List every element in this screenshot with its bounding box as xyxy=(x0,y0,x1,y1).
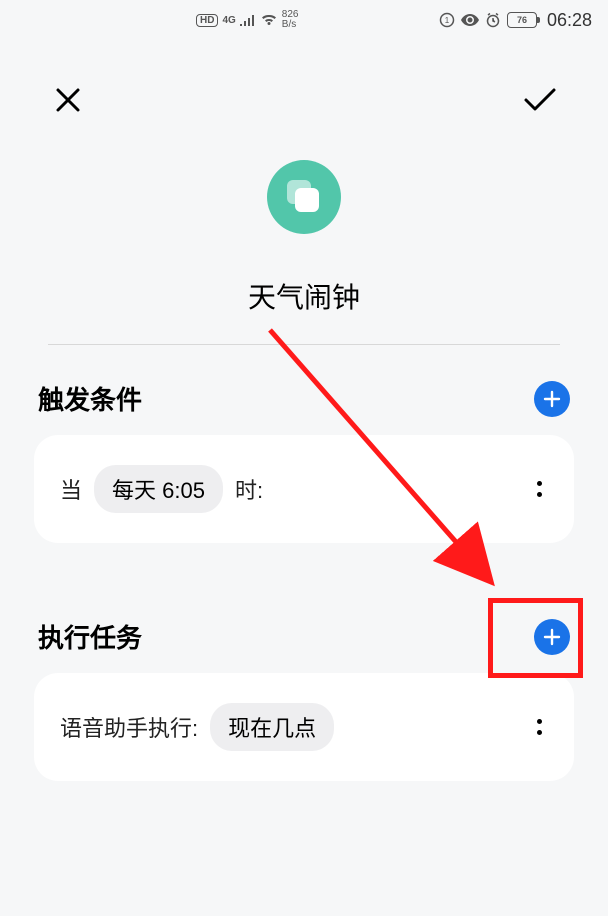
add-trigger-button[interactable] xyxy=(534,381,570,417)
network-speed: 826 B/s xyxy=(282,10,299,30)
signal-icon xyxy=(240,14,256,26)
check-icon xyxy=(522,86,558,114)
trigger-when-label: 当 xyxy=(60,473,82,505)
trigger-more-button[interactable] xyxy=(531,481,548,497)
action-section: 执行任务 语音助手执行: 现在几点 xyxy=(34,618,574,781)
eye-icon xyxy=(461,14,479,26)
action-phrase-chip[interactable]: 现在几点 xyxy=(210,703,334,751)
action-card[interactable]: 语音助手执行: 现在几点 xyxy=(34,673,574,781)
confirm-button[interactable] xyxy=(520,80,560,120)
header-row xyxy=(0,80,608,120)
network-4g-label: 4G xyxy=(222,15,235,26)
plus-icon xyxy=(542,627,562,647)
sync-icon: 1 xyxy=(439,12,455,28)
alarm-icon xyxy=(485,12,501,28)
trigger-section: 触发条件 当 每天 6:05 时: xyxy=(34,380,574,543)
title-block: 天气闹钟 xyxy=(48,160,560,345)
wifi-icon xyxy=(260,13,278,27)
plus-icon xyxy=(542,389,562,409)
trigger-time-chip[interactable]: 每天 6:05 xyxy=(94,465,223,513)
status-bar: HD 4G 826 B/s 1 76 06:28 xyxy=(0,0,608,40)
page-title[interactable]: 天气闹钟 xyxy=(248,276,360,316)
copy-icon xyxy=(287,180,321,214)
svg-text:1: 1 xyxy=(445,16,450,25)
status-clock: 06:28 xyxy=(547,10,592,31)
add-action-button[interactable] xyxy=(534,619,570,655)
trigger-card[interactable]: 当 每天 6:05 时: xyxy=(34,435,574,543)
action-section-title: 执行任务 xyxy=(38,618,142,655)
hd-badge-icon: HD xyxy=(196,14,218,27)
close-button[interactable] xyxy=(48,80,88,120)
battery-icon: 76 xyxy=(507,12,537,28)
trigger-section-title: 触发条件 xyxy=(38,380,142,417)
scene-icon[interactable] xyxy=(267,160,341,234)
trigger-tail-label: 时: xyxy=(235,473,263,505)
action-more-button[interactable] xyxy=(531,719,548,735)
close-icon xyxy=(53,85,83,115)
action-prefix-label: 语音助手执行: xyxy=(60,711,198,743)
